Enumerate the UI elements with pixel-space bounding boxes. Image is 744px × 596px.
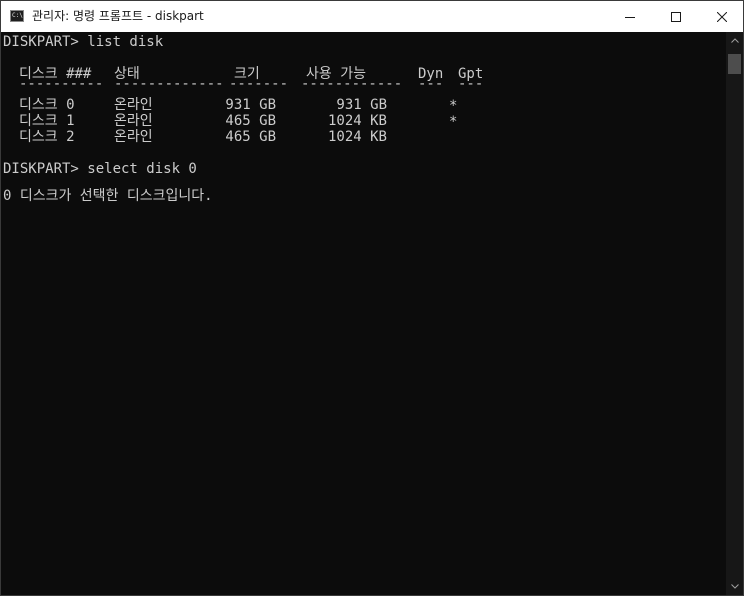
- vertical-scrollbar[interactable]: [726, 32, 743, 595]
- row-gpt: *: [449, 98, 458, 114]
- console-output[interactable]: DISKPART> list disk 디스크 ### 상태 크기 사용 가능 …: [1, 32, 726, 595]
- window-title: 관리자: 명령 프롬프트 - diskpart: [32, 9, 204, 23]
- scroll-up-button[interactable]: [726, 32, 743, 49]
- command-result: 0 디스크가 선택한 디스크입니다.: [3, 188, 213, 204]
- command-line-select-disk: DISKPART> select disk 0: [3, 161, 197, 177]
- scroll-down-button[interactable]: [726, 578, 743, 595]
- title-bar[interactable]: C:\ 관리자: 명령 프롬프트 - diskpart: [1, 1, 743, 32]
- divider-gpt: ---: [458, 76, 484, 92]
- row-status: 온라인: [114, 97, 153, 113]
- row-status: 온라인: [114, 113, 153, 129]
- row-size: 465 GB: [225, 129, 276, 145]
- close-icon: [717, 11, 727, 22]
- divider-disk: ----------: [19, 76, 104, 92]
- divider-free: ------------: [301, 76, 403, 92]
- row-disk: 디스크 2: [19, 129, 75, 145]
- command-line-list-disk: DISKPART> list disk: [3, 34, 164, 50]
- row-size: 931 GB: [225, 97, 276, 113]
- console-window: C:\ 관리자: 명령 프롬프트 - diskpart DISKPART> li…: [0, 0, 744, 596]
- row-free: 931 GB: [336, 97, 387, 113]
- divider-size: -------: [229, 76, 289, 92]
- minimize-button[interactable]: [607, 1, 653, 32]
- divider-dyn: ---: [418, 76, 444, 92]
- close-button[interactable]: [699, 1, 743, 32]
- command-prompt-icon[interactable]: C:\: [10, 10, 24, 22]
- row-disk: 디스크 0: [19, 97, 75, 113]
- row-gpt: *: [449, 114, 458, 130]
- scrollbar-thumb[interactable]: [728, 54, 741, 74]
- minimize-icon: [625, 16, 635, 18]
- maximize-button[interactable]: [653, 1, 699, 32]
- chevron-down-icon: [730, 584, 739, 589]
- row-disk: 디스크 1: [19, 113, 75, 129]
- row-status: 온라인: [114, 129, 153, 145]
- row-size: 465 GB: [225, 113, 276, 129]
- chevron-up-icon: [730, 38, 739, 43]
- divider-status: -------------: [114, 76, 224, 92]
- maximize-icon: [671, 11, 681, 22]
- row-free: 1024 KB: [327, 113, 387, 129]
- row-free: 1024 KB: [327, 129, 387, 145]
